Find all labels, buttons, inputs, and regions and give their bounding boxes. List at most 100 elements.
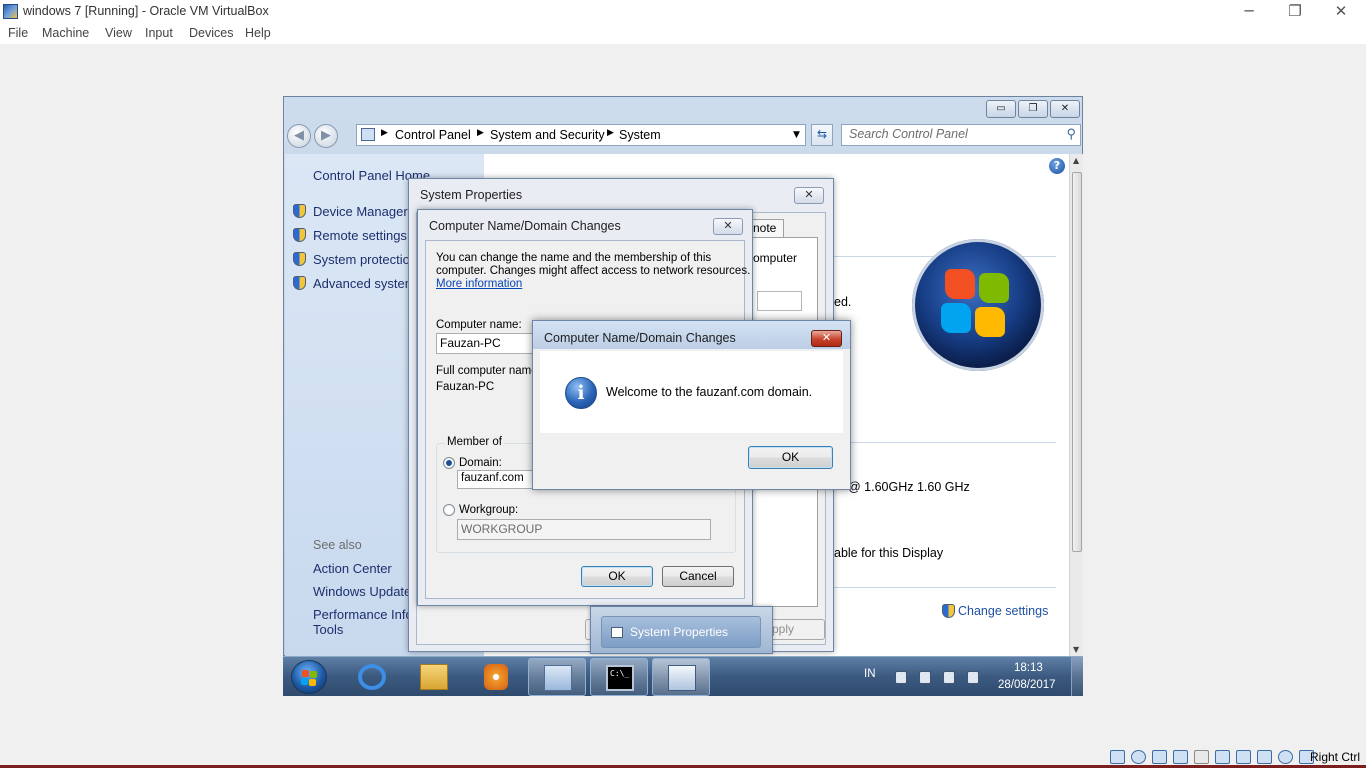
link-advanced-system[interactable]: Advanced system: [313, 276, 416, 291]
volume-icon[interactable]: [967, 671, 979, 684]
scroll-down-icon[interactable]: ▼: [1073, 645, 1079, 654]
logo-flag-blue: [941, 303, 971, 333]
workgroup-input[interactable]: WORKGROUP: [457, 519, 711, 540]
link-remote-settings[interactable]: Remote settings: [313, 228, 407, 243]
media-player-icon: [484, 664, 508, 690]
back-button[interactable]: ◀: [287, 124, 311, 148]
clock-time[interactable]: 18:13: [1014, 662, 1043, 674]
restore-button[interactable]: ❐: [1272, 0, 1318, 24]
forward-button[interactable]: ▶: [314, 124, 338, 148]
cp-maximize-button[interactable]: ❐: [1018, 100, 1048, 118]
mouse-integration-icon[interactable]: [1278, 750, 1293, 764]
network-icon[interactable]: [943, 671, 955, 684]
scroll-thumb[interactable]: [1072, 172, 1082, 552]
minimize-button[interactable]: ─: [1226, 0, 1272, 24]
section-divider: [834, 587, 1056, 588]
hard-disk-icon[interactable]: [1110, 750, 1125, 764]
menu-view[interactable]: View: [105, 26, 132, 40]
help-icon[interactable]: ?: [1049, 158, 1065, 174]
link-performance-info[interactable]: Performance Infor: [313, 607, 417, 622]
network-icon[interactable]: [1152, 750, 1167, 764]
cpu-icon[interactable]: [1257, 750, 1272, 764]
domain-radio[interactable]: [443, 457, 455, 469]
display-icon[interactable]: [1215, 750, 1230, 764]
close-icon[interactable]: ✕: [811, 330, 842, 347]
taskbar-system-properties[interactable]: [652, 658, 710, 696]
breadcrumb-arrow-icon[interactable]: ▶: [607, 128, 614, 138]
menu-machine[interactable]: Machine: [42, 26, 89, 40]
cancel-button[interactable]: Cancel: [662, 566, 734, 587]
usb-icon[interactable]: [1173, 750, 1188, 764]
clock-date[interactable]: 28/08/2017: [998, 679, 1056, 691]
taskbar-windows-explorer[interactable]: [405, 658, 463, 696]
computer-description-field[interactable]: [757, 291, 802, 311]
control-panel-icon: [361, 128, 375, 141]
breadcrumb-system-security[interactable]: System and Security: [490, 128, 605, 142]
address-dropdown-icon[interactable]: ▼: [793, 130, 800, 140]
taskbar-control-panel[interactable]: [528, 658, 586, 696]
power-icon[interactable]: [919, 671, 931, 684]
breadcrumb-arrow-icon[interactable]: ▶: [477, 128, 484, 138]
link-windows-update[interactable]: Windows Update: [313, 584, 411, 599]
cp-close-button[interactable]: ✕: [1050, 100, 1080, 118]
change-settings-link[interactable]: Change settings: [958, 604, 1048, 618]
breadcrumb-control-panel[interactable]: Control Panel: [395, 128, 471, 142]
taskbar-internet-explorer[interactable]: [343, 658, 401, 696]
show-desktop-button[interactable]: [1071, 657, 1083, 696]
breadcrumb-system[interactable]: System: [619, 128, 661, 142]
system-properties-title: System Properties: [420, 188, 523, 202]
tab-remote[interactable]: note: [750, 219, 784, 237]
shield-icon: [942, 604, 955, 618]
workgroup-radio[interactable]: [443, 504, 455, 516]
close-icon[interactable]: ✕: [794, 187, 824, 204]
close-button[interactable]: ✕: [1318, 0, 1364, 24]
domain-label: Domain:: [459, 457, 502, 469]
start-flag-blue: [301, 678, 308, 685]
link-system-protection[interactable]: System protection: [313, 252, 417, 267]
apply-button[interactable]: pply: [765, 619, 825, 640]
link-performance-tools[interactable]: Tools: [313, 622, 343, 637]
more-information-link[interactable]: More information: [436, 278, 522, 291]
shared-folders-icon[interactable]: [1194, 750, 1209, 764]
windows-logo-icon: [912, 239, 1044, 371]
start-button[interactable]: [291, 660, 327, 694]
breadcrumb-arrow-icon[interactable]: ▶: [381, 128, 388, 138]
menu-devices[interactable]: Devices: [189, 26, 233, 40]
video-capture-icon[interactable]: [1236, 750, 1251, 764]
information-icon: i: [565, 377, 597, 409]
control-panel-icon: [544, 665, 572, 691]
search-icon[interactable]: ⚲: [1066, 126, 1076, 142]
optical-drive-icon[interactable]: [1131, 750, 1146, 764]
preview-item-system-properties[interactable]: System Properties: [601, 616, 761, 648]
taskbar-preview[interactable]: System Properties: [590, 606, 773, 654]
menu-help[interactable]: Help: [245, 26, 271, 40]
scroll-up-icon[interactable]: ▲: [1073, 156, 1079, 165]
intro-text-line2: computer. Changes might affect access to…: [436, 265, 751, 277]
guest-screen[interactable]: ▭ ❐ ✕ ◀ ▶ ▶ Control Panel ▶ System and S…: [283, 96, 1083, 696]
host-menubar: File Machine View Input Devices Help: [0, 24, 1366, 44]
ok-button[interactable]: OK: [581, 566, 653, 587]
computer-name-dialog-title: Computer Name/Domain Changes: [429, 219, 621, 233]
cp-minimize-button[interactable]: ▭: [986, 100, 1016, 118]
refresh-icon[interactable]: ⇆: [811, 124, 833, 146]
link-device-manager[interactable]: Device Manager: [313, 204, 408, 219]
message-box-titlebar: Computer Name/Domain Changes ✕: [533, 321, 850, 349]
internet-explorer-icon: [358, 664, 386, 690]
system-properties-icon: [668, 665, 696, 691]
address-bar[interactable]: ▶ Control Panel ▶ System and Security ▶ …: [356, 124, 806, 146]
close-icon[interactable]: ✕: [713, 218, 743, 235]
taskbar-command-prompt[interactable]: C:\_: [590, 658, 648, 696]
action-center-flag-icon[interactable]: [895, 671, 907, 684]
system-properties-icon: [611, 627, 623, 638]
preview-label: System Properties: [630, 625, 729, 639]
search-input[interactable]: Search Control Panel ⚲: [841, 124, 1081, 146]
input-language-indicator[interactable]: IN: [864, 668, 876, 680]
link-action-center[interactable]: Action Center: [313, 561, 392, 576]
menu-input[interactable]: Input: [145, 26, 173, 40]
message-ok-button[interactable]: OK: [748, 446, 833, 469]
menu-file[interactable]: File: [8, 26, 28, 40]
logo-flag-red: [945, 269, 975, 299]
taskbar-media-player[interactable]: [467, 658, 525, 696]
vertical-scrollbar[interactable]: ▲ ▼: [1069, 154, 1083, 656]
host-statusbar: Right Ctrl: [0, 746, 1366, 768]
